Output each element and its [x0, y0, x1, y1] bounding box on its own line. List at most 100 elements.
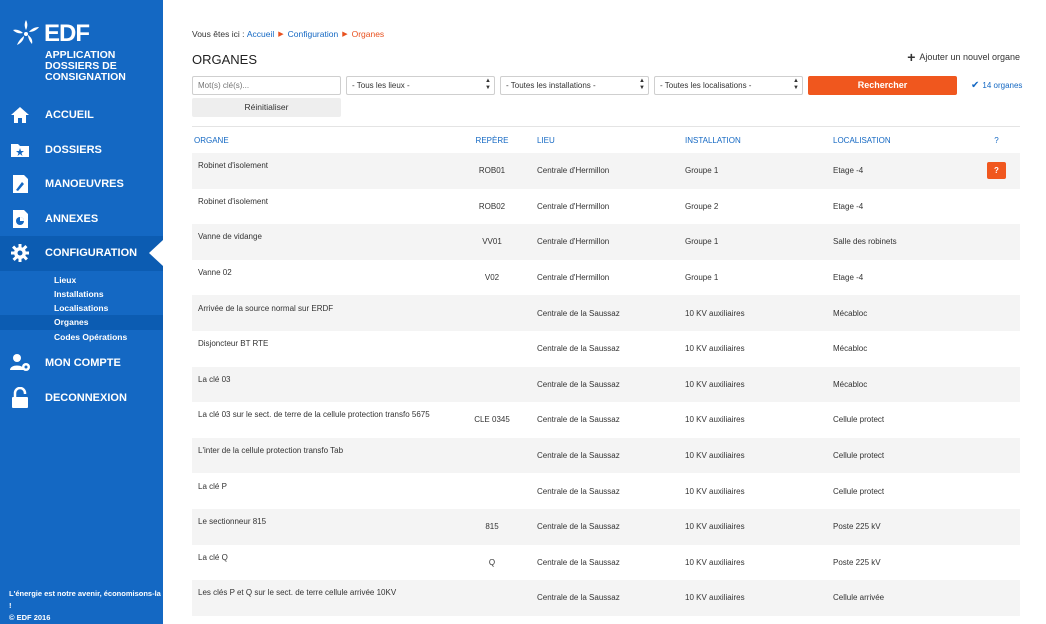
reset-button[interactable]: Réinitialiser — [192, 98, 341, 117]
cell-localisation: Etage -4 — [833, 273, 864, 283]
cell-localisation: Cellule protect — [833, 451, 885, 461]
cell-lieu: Centrale de la Saussaz — [537, 486, 620, 496]
main-nav: ACCUEIL DOSSIERS MANOEUVRES ANNEXES CONF… — [0, 98, 163, 415]
nav-label: DOSSIERS — [45, 143, 102, 156]
result-count: ✔ 14 organes — [971, 80, 1022, 91]
table-row[interactable]: Vanne de vidange VV01 Centrale d'Hermillon… — [192, 224, 1020, 260]
sidebar: EDF APPLICATION DOSSIERS DE CONSIGNATION… — [0, 0, 163, 624]
nav-item-manoeuvres[interactable]: MANOEUVRES — [0, 167, 163, 202]
header-installation[interactable]: INSTALLATION — [685, 136, 833, 145]
document-icon — [9, 208, 31, 230]
table-row[interactable]: Disjoncteur BT RTE Centrale de la Saussaz… — [192, 331, 1020, 367]
cell-organe: Le sectionneur 815 — [198, 517, 267, 527]
main-content: Vous êtes ici : Accueil ▶ Configuration … — [192, 0, 1022, 624]
localisations-select[interactable]: - Toutes les localisations - ▲ ▼ — [654, 76, 803, 95]
nav-item-deconnexion[interactable]: DECONNEXION — [0, 380, 163, 415]
nav-label: MON COMPTE — [45, 357, 121, 370]
nav-label: ANNEXES — [45, 212, 99, 225]
sidebar-footer: L'énergie est notre avenir, économisons-… — [9, 588, 163, 624]
header-repere[interactable]: REPÈRE — [447, 136, 537, 145]
footer-tagline: L'énergie est notre avenir, économisons-… — [9, 589, 161, 610]
lieux-select-value: - Tous les lieux - — [352, 81, 410, 90]
cell-localisation: Etage -4 — [833, 166, 864, 176]
table-row[interactable]: La clé 03 Centrale de la Saussaz 10 KV aux… — [192, 366, 1020, 403]
edf-logo[interactable]: EDF — [10, 18, 90, 50]
cell-localisation: Etage -4 — [833, 201, 864, 211]
installations-select[interactable]: - Toutes les installations - ▲ ▼ — [500, 76, 649, 95]
cell-organe: L'inter de la cellule protection transfo… — [198, 446, 344, 456]
nav-item-configuration[interactable]: CONFIGURATION — [0, 236, 163, 271]
table-row[interactable]: La clé Q Q Centrale de la Saussaz 10 KV aux… — [192, 545, 1020, 581]
cell-installation: Groupe 1 — [685, 273, 719, 283]
home-icon — [9, 104, 31, 126]
breadcrumb-link-configuration[interactable]: Configuration — [288, 29, 339, 39]
cell-installation: 10 KV auxiliaires — [685, 451, 745, 461]
cell-organe: Disjoncteur BT RTE — [198, 339, 269, 349]
cell-lieu: Centrale d'Hermillon — [537, 273, 610, 283]
cell-localisation: Mécabloc — [833, 344, 868, 354]
table-row[interactable]: La clé 03 sur le sect. de terre de la ce… — [192, 402, 1020, 438]
subnav-item-installations[interactable]: Installations — [0, 287, 163, 301]
help-button[interactable]: ? — [987, 162, 1006, 180]
cell-repere: CLE 0345 — [474, 415, 510, 425]
logo-text: EDF — [44, 20, 90, 47]
subnav-item-codes-operations[interactable]: Codes Opérations — [0, 330, 163, 344]
footer-copyright: © EDF 2016 — [9, 613, 51, 622]
table-row[interactable]: Le sectionneur 815 815 Centrale de la Saus… — [192, 508, 1020, 545]
nav-item-dossiers[interactable]: DOSSIERS — [0, 133, 163, 168]
edf-logo-icon — [13, 20, 39, 45]
result-count-label: 14 organes — [982, 81, 1023, 90]
cell-organe: Arrivée de la source normal sur ERDF — [198, 303, 334, 313]
keyword-search-input[interactable] — [192, 76, 341, 95]
table-row[interactable]: Les clés P et Q sur le sect. de terre ce… — [192, 580, 1020, 616]
select-arrows-icon: ▲ ▼ — [793, 78, 799, 91]
cell-lieu: Centrale de la Saussaz — [537, 415, 620, 425]
breadcrumb-link-accueil[interactable]: Accueil — [247, 29, 274, 39]
table-row[interactable]: Robinet d'isolement ROB01 Centrale d'Hermi… — [192, 153, 1020, 189]
app-title-line: CONSIGNATION — [45, 71, 126, 83]
table-row[interactable]: L'inter de la cellule protection transfo… — [192, 437, 1020, 474]
add-organe-button[interactable]: + Ajouter un nouvel organe — [907, 49, 1020, 65]
header-help: ? — [994, 135, 999, 145]
cell-repere: ROB01 — [478, 166, 506, 176]
table-row[interactable]: Arrivée de la source normal sur ERDF Cent… — [192, 295, 1020, 331]
wrench-icon — [9, 173, 31, 195]
subnav-item-organes[interactable]: Organes — [0, 315, 163, 330]
header-lieu[interactable]: LIEU — [537, 136, 685, 145]
cell-installation: Groupe 1 — [685, 237, 719, 247]
nav-item-accueil[interactable]: ACCUEIL — [0, 98, 163, 133]
subnav-item-lieux[interactable]: Lieux — [0, 273, 163, 287]
cell-lieu: Centrale d'Hermillon — [537, 201, 610, 211]
cell-lieu: Centrale d'Hermillon — [537, 166, 610, 176]
header-localisation[interactable]: LOCALISATION — [833, 136, 973, 145]
cell-installation: 10 KV auxiliaires — [685, 415, 745, 425]
app-title: APPLICATION DOSSIERS DE CONSIGNATION — [45, 50, 126, 83]
select-arrows-icon: ▲ ▼ — [485, 78, 491, 91]
cell-localisation: Cellule protect — [833, 486, 885, 496]
cell-installation: Groupe 1 — [685, 166, 719, 176]
gear-icon — [9, 242, 31, 264]
table-header: ORGANE REPÈRE LIEU INSTALLATION LOCALISA… — [192, 127, 1020, 153]
cell-organe: Vanne 02 — [198, 268, 232, 278]
plus-icon: + — [907, 49, 916, 65]
cell-installation: 10 KV auxiliaires — [685, 522, 745, 532]
table-row[interactable]: Robinet d'isolement ROB02 Centrale d'Hermi… — [192, 189, 1020, 225]
search-button[interactable]: Rechercher — [808, 76, 957, 95]
installations-select-value: - Toutes les installations - — [506, 81, 596, 90]
nav-label: DECONNEXION — [45, 391, 127, 404]
cell-lieu: Centrale de la Saussaz — [537, 308, 620, 318]
table-row[interactable]: La clé P Centrale de la Saussaz 10 KV auxi… — [192, 473, 1020, 509]
cell-organe: Les clés P et Q sur le sect. de terre ce… — [198, 588, 397, 598]
nav-item-annexes[interactable]: ANNEXES — [0, 202, 163, 237]
lieux-select[interactable]: - Tous les lieux - ▲ ▼ — [346, 76, 495, 95]
subnav-item-localisations[interactable]: Localisations — [0, 301, 163, 315]
cell-repere: VV01 — [482, 237, 502, 247]
nav-item-mon-compte[interactable]: MON COMPTE — [0, 346, 163, 381]
cell-installation: 10 KV auxiliaires — [685, 557, 745, 567]
cell-repere: 815 — [485, 522, 499, 532]
table-row[interactable]: Vanne 02 V02 Centrale d'Hermillon Groupe 1 E… — [192, 260, 1020, 296]
cell-help: ? — [973, 162, 1020, 180]
breadcrumb-current: Organes — [351, 29, 385, 39]
header-organe[interactable]: ORGANE — [192, 136, 447, 145]
cell-installation: 10 KV auxiliaires — [685, 344, 745, 354]
